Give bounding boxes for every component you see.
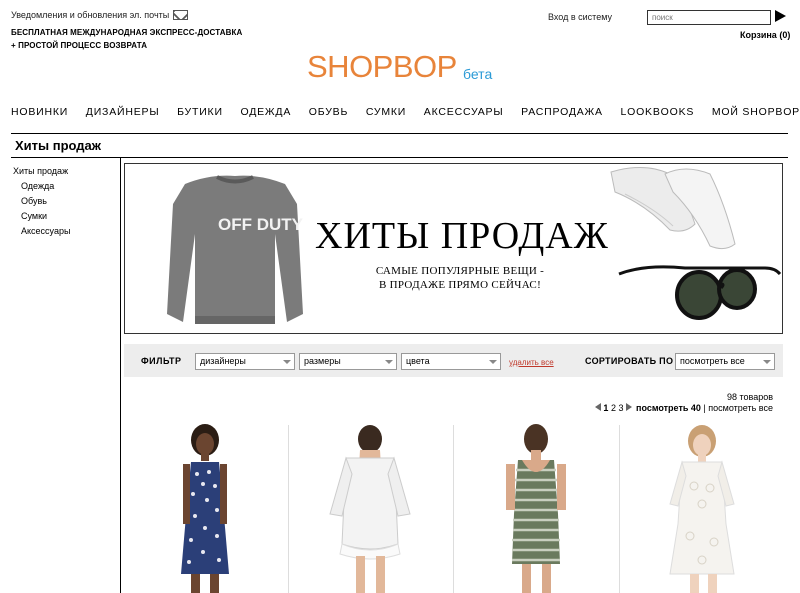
product-image-lace-dress	[669, 425, 735, 593]
product-divider	[619, 425, 620, 593]
page-title: Хиты продаж	[15, 138, 102, 153]
view-all-link[interactable]: посмотреть все	[708, 403, 773, 413]
sidebar-item-accessories[interactable]: Аксессуары	[21, 226, 70, 236]
filter-label: ФИЛЬТР	[141, 356, 182, 366]
chevron-down-icon	[283, 360, 291, 364]
nav-lookbooks[interactable]: LOOKBOOKS	[620, 106, 694, 120]
results-count: 98 товаров	[726, 392, 773, 402]
product-image-navy-dress	[181, 424, 229, 593]
nav-accessories[interactable]: АКСЕССУАРЫ	[424, 106, 504, 120]
sweatshirt-image	[167, 175, 303, 324]
nav-clothing[interactable]: ОДЕЖДА	[240, 106, 291, 120]
email-notifications-link[interactable]: Уведомления и обновления эл. почты	[11, 10, 189, 20]
designers-dropdown-value: дизайнеры	[200, 356, 246, 366]
page-2[interactable]: 2	[611, 403, 616, 413]
title-divider	[11, 157, 788, 158]
nav-my-shopbop[interactable]: МОЙ SHOPBOP	[712, 106, 800, 120]
sidebar-item-shoes[interactable]: Обувь	[21, 196, 47, 206]
nav-sale[interactable]: РАСПРОДАЖА	[521, 106, 603, 120]
prev-page-icon[interactable]	[595, 403, 602, 411]
promo-returns: + ПРОСТОЙ ПРОЦЕСС ВОЗВРАТА	[11, 41, 148, 50]
shopbop-logo[interactable]: SHOPBOP	[307, 49, 457, 85]
login-link[interactable]: Вход в систему	[548, 12, 612, 22]
designers-dropdown[interactable]: дизайнеры	[195, 353, 295, 370]
nav-divider	[11, 133, 788, 134]
product-image-white-dress	[329, 425, 411, 593]
product-image-striped-dress	[506, 424, 566, 593]
sidebar-item-clothing[interactable]: Одежда	[21, 181, 54, 191]
email-notifications-label: Уведомления и обновления эл. почты	[11, 10, 170, 20]
sweatshirt-print: OFF DUTY	[218, 215, 304, 234]
chevron-down-icon	[385, 360, 393, 364]
nav-new[interactable]: НОВИНКИ	[11, 106, 68, 120]
main-nav: НОВИНКИ ДИЗАЙНЕРЫ БУТИКИ ОДЕЖДА ОБУВЬ СУ…	[11, 106, 800, 120]
search-submit-icon[interactable]	[775, 10, 786, 22]
product-divider	[288, 425, 289, 593]
sort-dropdown[interactable]: посмотреть все	[675, 353, 775, 370]
banner-title: ХИТЫ ПРОДАЖ	[315, 215, 609, 257]
search-input[interactable]	[647, 10, 771, 25]
product-card[interactable]	[456, 424, 616, 593]
banner-subtitle-line2: В ПРОДАЖЕ ПРЯМО СЕЙЧАС!	[378, 279, 542, 291]
sort-dropdown-value: посмотреть все	[680, 356, 745, 366]
sidebar-item-bags[interactable]: Сумки	[21, 211, 47, 221]
logo-beta-tag: бета	[463, 66, 493, 82]
cart-link[interactable]: Корзина (0)	[740, 30, 790, 40]
chevron-down-icon	[763, 360, 771, 364]
nav-shoes[interactable]: ОБУВЬ	[309, 106, 348, 120]
pager-divider: |	[703, 403, 706, 413]
bestsellers-banner[interactable]: OFF DUTY ХИТЫ ПРОДАЖ САМЫЕ ПОПУЛЯРНЫЕ ВЕ…	[124, 163, 783, 334]
nav-designers[interactable]: ДИЗАЙНЕРЫ	[86, 106, 160, 120]
page-1[interactable]: 1	[603, 403, 608, 413]
sort-label: СОРТИРОВАТЬ ПО	[585, 356, 674, 366]
colors-dropdown-value: цвета	[406, 356, 430, 366]
sidebar-divider	[120, 158, 121, 593]
nav-bags[interactable]: СУМКИ	[366, 106, 406, 120]
sidebar-heading[interactable]: Хиты продаж	[13, 166, 68, 176]
product-card[interactable]	[622, 424, 782, 593]
chevron-down-icon	[489, 360, 497, 364]
envelope-icon	[173, 10, 189, 20]
colors-dropdown[interactable]: цвета	[401, 353, 501, 370]
banner-subtitle: САМЫЕ ПОПУЛЯРНЫЕ ВЕЩИ - В ПРОДАЖЕ ПРЯМО …	[375, 264, 545, 292]
view-40-link[interactable]: посмотреть 40	[636, 403, 701, 413]
product-divider	[453, 425, 454, 593]
promo-shipping: БЕСПЛАТНАЯ МЕЖДУНАРОДНАЯ ЭКСПРЕСС-ДОСТАВ…	[11, 28, 243, 37]
sizes-dropdown[interactable]: размеры	[299, 353, 397, 370]
sizes-dropdown-value: размеры	[304, 356, 341, 366]
product-card[interactable]	[125, 424, 285, 593]
page-3[interactable]: 3	[618, 403, 623, 413]
loafer-image	[610, 167, 736, 250]
sunglasses-image	[618, 265, 782, 320]
nav-boutiques[interactable]: БУТИКИ	[177, 106, 223, 120]
clear-filters-link[interactable]: удалить все	[509, 358, 554, 367]
banner-subtitle-line1: САМЫЕ ПОПУЛЯРНЫЕ ВЕЩИ -	[375, 265, 545, 277]
next-page-icon[interactable]	[625, 403, 632, 411]
product-card[interactable]	[290, 424, 450, 593]
pagination: 1 2 3 посмотреть 40 | посмотреть все	[585, 403, 773, 413]
